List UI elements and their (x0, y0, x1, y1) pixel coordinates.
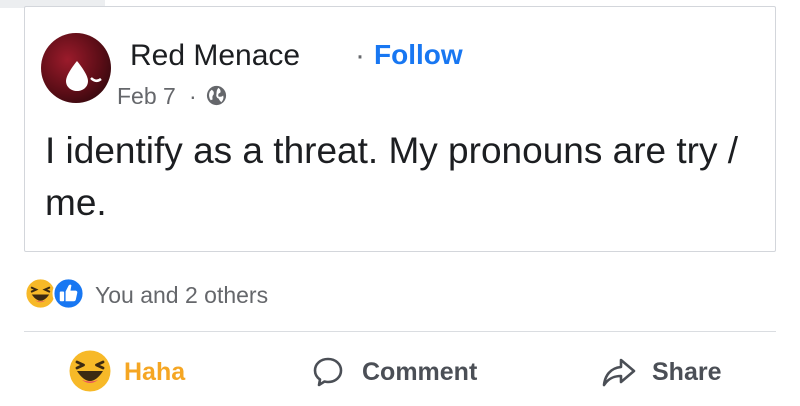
follow-separator: · (355, 39, 365, 72)
share-arrow-icon (602, 358, 636, 387)
avatar-image (66, 61, 102, 91)
haha-label: Haha (124, 358, 186, 386)
author-name[interactable]: Red Menace (130, 39, 300, 73)
post-text: I identify as a threat. My pronouns are … (45, 130, 739, 223)
globe-icon (206, 85, 227, 106)
comment-bubble-icon (313, 357, 343, 387)
share-label: Share (652, 358, 722, 386)
share-button[interactable]: Share (602, 345, 762, 397)
comment-label: Comment (362, 358, 478, 386)
avatar[interactable] (41, 33, 111, 103)
follow-button[interactable]: Follow (374, 39, 463, 71)
haha-button[interactable]: Haha (68, 345, 198, 397)
divider (24, 331, 776, 332)
like-reaction-icon (52, 277, 85, 310)
date-separator: · (189, 83, 197, 109)
post-card: Red Menace · Follow Feb 7 · I identify a… (24, 6, 776, 252)
reactions-summary[interactable]: You and 2 others (24, 276, 344, 312)
post-actions-bar: Haha Comment Share (24, 345, 776, 397)
comment-button[interactable]: Comment (312, 345, 502, 397)
post-date[interactable]: Feb 7 (117, 83, 176, 110)
reaction-summary-text: You and 2 others (95, 282, 269, 308)
haha-emoji-icon (69, 350, 111, 392)
